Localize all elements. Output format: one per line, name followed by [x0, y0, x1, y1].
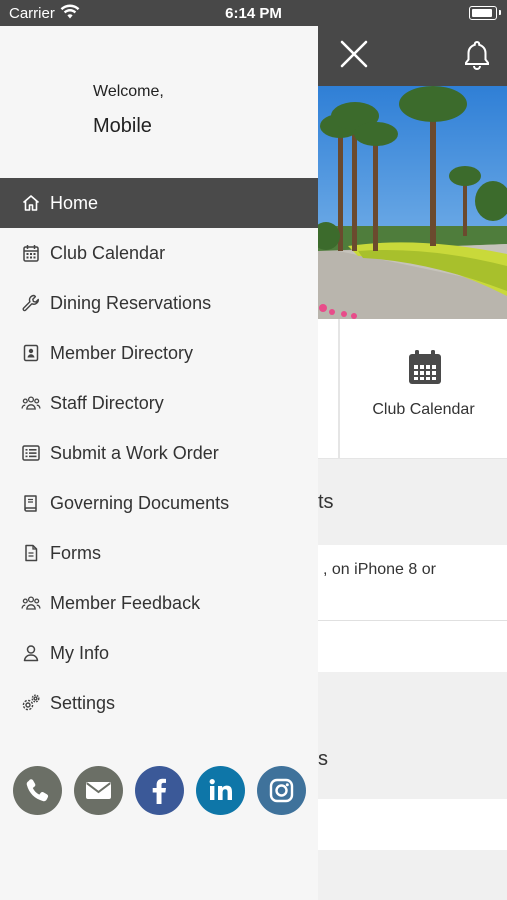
menu-item-label: Home: [50, 192, 99, 213]
menu-item-label: Dining Reservations: [50, 292, 212, 313]
menu-item-label: Governing Documents: [50, 492, 230, 513]
menu-item-label: Club Calendar: [50, 242, 166, 263]
menu-item-label: Settings: [50, 692, 116, 713]
menu-item-home[interactable]: Home: [0, 178, 318, 228]
menu-item-dining-reservations[interactable]: Dining Reservations: [0, 278, 318, 328]
bell-icon[interactable]: [460, 38, 494, 72]
menu-item-forms[interactable]: Forms: [0, 528, 318, 578]
document-icon: [21, 543, 41, 563]
menu-item-label: Forms: [50, 542, 101, 563]
menu-item-label: Submit a Work Order: [50, 442, 219, 463]
menu-item-label: My Info: [50, 642, 110, 663]
list-item[interactable]: [318, 621, 507, 672]
status-time: 6:14 PM: [225, 5, 282, 22]
list-item[interactable]: , on iPhone 8 or: [318, 545, 507, 621]
drawer-menu: Home Club Calendar Dining Reservations M…: [0, 178, 318, 728]
social-links: [0, 766, 318, 816]
status-bar: Carrier 6:14 PM: [0, 0, 507, 26]
book-icon: [21, 493, 41, 513]
home-icon: [21, 193, 41, 213]
menu-item-member-feedback[interactable]: Member Feedback: [0, 578, 318, 628]
phone-icon[interactable]: [13, 766, 62, 815]
menu-item-club-calendar[interactable]: Club Calendar: [0, 228, 318, 278]
facebook-icon[interactable]: [135, 766, 184, 815]
email-icon[interactable]: [74, 766, 123, 815]
instagram-icon[interactable]: [257, 766, 306, 815]
people-icon: [21, 393, 41, 413]
battery-icon: [469, 6, 497, 20]
menu-item-label: Staff Directory: [50, 392, 164, 413]
welcome-label: Welcome,: [93, 83, 164, 100]
hero-image: [318, 86, 507, 319]
section-title-fragment: ts: [318, 491, 334, 513]
linkedin-icon[interactable]: [196, 766, 245, 815]
menu-item-settings[interactable]: Settings: [0, 678, 318, 728]
gears-icon: [21, 693, 41, 713]
club-calendar-tile[interactable]: Club Calendar: [340, 319, 507, 458]
navigation-drawer: Welcome, Mobile Home Club Calendar Dinin…: [0, 26, 318, 900]
user-name: Mobile: [93, 115, 152, 137]
menu-item-governing-documents[interactable]: Governing Documents: [0, 478, 318, 528]
list-item[interactable]: [318, 799, 507, 850]
section-title-fragment: s: [318, 748, 328, 770]
calendar-icon: [21, 243, 41, 263]
people-icon: [21, 593, 41, 613]
menu-item-staff-directory[interactable]: Staff Directory: [0, 378, 318, 428]
calendar-icon: [409, 350, 441, 384]
user-icon: [21, 643, 41, 663]
list-icon: [21, 443, 41, 463]
battery-tip: [499, 10, 501, 15]
contact-book-icon: [21, 343, 41, 363]
club-calendar-tile-label: Club Calendar: [372, 401, 475, 418]
close-icon[interactable]: [336, 36, 372, 72]
list-item-text-fragment: , on iPhone 8 or: [323, 561, 436, 578]
section-header-partial: ts: [318, 459, 507, 545]
quick-tiles: Club Calendar: [318, 319, 507, 459]
menu-item-label: Member Feedback: [50, 592, 201, 613]
menu-item-label: Member Directory: [50, 342, 194, 363]
menu-item-my-info[interactable]: My Info: [0, 628, 318, 678]
wrench-icon: [21, 293, 41, 313]
menu-item-member-directory[interactable]: Member Directory: [0, 328, 318, 378]
tile-partial[interactable]: [318, 319, 338, 458]
section-header-partial: s: [318, 672, 507, 799]
menu-item-submit-work-order[interactable]: Submit a Work Order: [0, 428, 318, 478]
